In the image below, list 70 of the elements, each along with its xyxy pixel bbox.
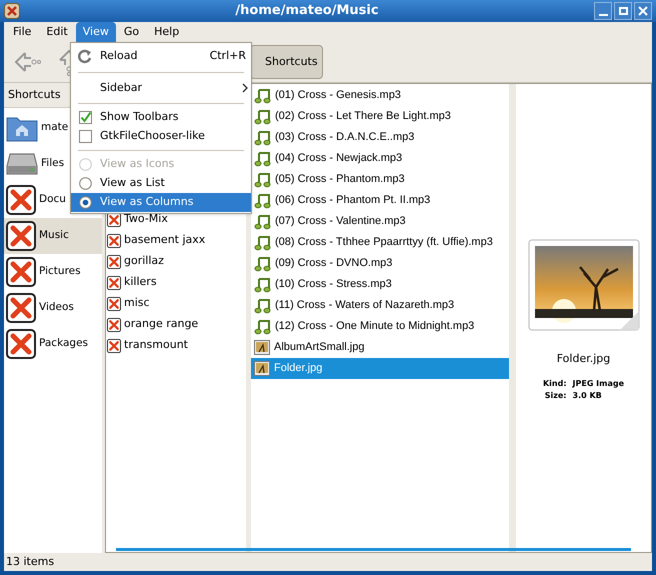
menu-item[interactable]: Go — [116, 22, 146, 42]
detail-value: JPEG Image — [572, 378, 624, 390]
close-icon[interactable] — [4, 3, 20, 19]
music-note-icon — [254, 297, 271, 314]
music-note-icon — [254, 318, 271, 335]
menu-item[interactable]: Help — [147, 22, 186, 42]
music-note-icon — [254, 108, 271, 125]
menu-entry[interactable]: Show Toolbars — [71, 108, 251, 127]
folder-item[interactable]: transmount — [106, 335, 246, 356]
track-row[interactable]: (01) Cross - Genesis.mp3 — [251, 85, 509, 106]
sidebar-item[interactable]: Packages — [4, 326, 102, 362]
detail-label: Size: — [544, 390, 567, 402]
track-row[interactable]: (06) Cross - Phantom Pt. II.mp3 — [251, 190, 509, 211]
track-row[interactable]: (05) Cross - Phantom.mp3 — [251, 169, 509, 190]
folder-item[interactable]: orange range — [106, 314, 246, 335]
preview-filename: Folder.jpg — [556, 351, 610, 367]
window-title: /home/mateo/Music — [235, 2, 379, 20]
folder-item[interactable]: misc — [106, 293, 246, 314]
track-row[interactable]: (02) Cross - Let There Be Light.mp3 — [251, 106, 509, 127]
track-row[interactable]: (04) Cross - Newjack.mp3 — [251, 148, 509, 169]
horizontal-scrollbar[interactable] — [116, 548, 631, 551]
menu-entry[interactable]: Reload Ctrl+R — [71, 44, 251, 68]
image-row[interactable]: AlbumArtSmall.jpg — [251, 337, 509, 358]
chevron-right-icon — [242, 83, 248, 93]
radio-button[interactable] — [78, 196, 92, 209]
drive-icon — [6, 152, 38, 176]
track-row[interactable]: (08) Cross - Tthhee Ppaarrttyy (ft. Uffie).mp3 — [251, 232, 509, 253]
close-button[interactable] — [634, 2, 652, 20]
missing-image-icon — [6, 221, 36, 251]
track-row[interactable]: (09) Cross - DVNO.mp3 — [251, 253, 509, 274]
menu-entry[interactable]: GtkFileChooser-like — [71, 127, 251, 146]
folder-item[interactable]: killers — [106, 272, 246, 293]
track-row[interactable]: (12) Cross - One Minute to Midnight.mp3 — [251, 316, 509, 337]
music-note-icon — [254, 87, 271, 104]
menu-entry[interactable]: View as List — [71, 174, 251, 193]
music-note-icon — [254, 234, 271, 251]
back-arrow-icon[interactable] — [13, 50, 41, 74]
folder-item[interactable]: basement jaxx — [106, 230, 246, 251]
music-note-icon — [254, 255, 271, 272]
image-file-icon — [254, 340, 270, 355]
status-text: 13 items — [6, 554, 54, 570]
image-file-icon — [254, 361, 270, 376]
maximize-button[interactable] — [614, 2, 632, 20]
minimize-button[interactable] — [594, 2, 612, 20]
sidebar-item[interactable]: Pictures — [4, 254, 102, 290]
music-note-icon — [254, 192, 271, 209]
music-note-icon — [254, 171, 271, 188]
music-note-icon — [254, 213, 271, 230]
menu-item[interactable]: Edit — [39, 22, 75, 42]
menu-item[interactable]: View — [76, 22, 116, 42]
image-row[interactable]: Folder.jpg — [251, 358, 509, 379]
menu-item[interactable]: File — [6, 22, 38, 42]
music-note-icon — [254, 276, 271, 293]
track-row[interactable]: (07) Cross - Valentine.mp3 — [251, 211, 509, 232]
radio-button[interactable] — [78, 177, 92, 190]
reload-icon — [77, 48, 93, 64]
checkbox[interactable] — [78, 130, 92, 143]
folder-item[interactable]: gorillaz — [106, 251, 246, 272]
track-row[interactable]: (10) Cross - Stress.mp3 — [251, 274, 509, 295]
shortcuts-button[interactable]: Shortcuts — [250, 45, 323, 79]
sidebar-item[interactable]: Videos — [4, 290, 102, 326]
music-note-icon — [254, 150, 271, 167]
menu-entry[interactable]: View as Columns — [71, 193, 251, 212]
music-note-icon — [254, 129, 271, 146]
track-row[interactable]: (11) Cross - Waters of Nazareth.mp3 — [251, 295, 509, 316]
detail-label: Kind: — [542, 378, 567, 390]
checkbox[interactable] — [78, 111, 92, 124]
sidebar-item[interactable]: Music — [4, 218, 102, 254]
track-row[interactable]: (03) Cross - D.A.N.C.E..mp3 — [251, 127, 509, 148]
detail-value: 3.0 KB — [572, 390, 603, 402]
